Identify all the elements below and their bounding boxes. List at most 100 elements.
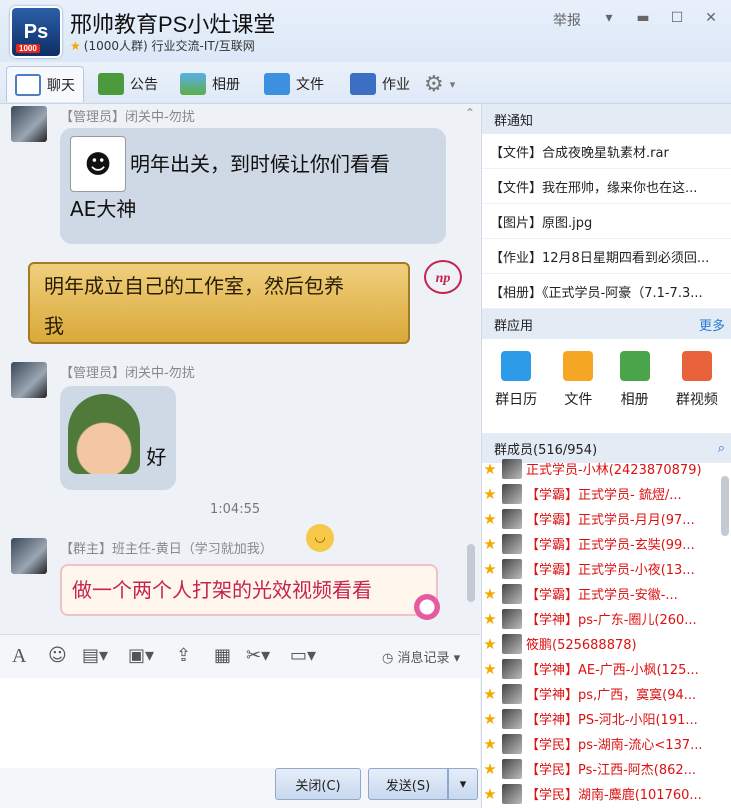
- image-icon[interactable]: ▣▾: [128, 645, 154, 666]
- apps-title: 群应用: [494, 318, 534, 334]
- star-icon: ★: [483, 584, 497, 603]
- message-input[interactable]: [0, 678, 480, 768]
- member-row[interactable]: ★ 【学霸】正式学员-玄奘(99...: [482, 531, 720, 556]
- message-bubble[interactable]: 好: [60, 386, 176, 490]
- search-icon[interactable]: ⌕: [718, 441, 725, 456]
- notice-item[interactable]: 【图片】原图.jpg: [482, 204, 731, 239]
- avatar: [502, 733, 522, 754]
- tab-label: 聊天: [47, 77, 75, 94]
- megaphone-icon: [98, 73, 124, 95]
- tab-announcement[interactable]: 公告: [98, 66, 158, 102]
- minimize-icon[interactable]: ▬: [633, 10, 653, 30]
- send-options-icon[interactable]: ▾: [448, 768, 478, 800]
- member-name: 【学霸】正式学员-玄奘(99...: [526, 538, 695, 553]
- message-bubble[interactable]: ☻ 明年出关，到时候让你们看看 AE大神: [60, 128, 446, 244]
- tab-album[interactable]: 相册: [180, 66, 240, 102]
- member-row[interactable]: ★ 正式学员-小林(2423870879): [482, 456, 720, 481]
- app-files[interactable]: 文件: [563, 351, 594, 409]
- avatar: [502, 483, 522, 504]
- star-icon: ★: [70, 39, 81, 53]
- settings-gear-icon[interactable]: ⚙ ▾: [424, 66, 455, 102]
- np-badge-icon: np: [424, 260, 462, 294]
- notice-item[interactable]: 【作业】12月8日星期四看到必须回...: [482, 239, 731, 274]
- member-row[interactable]: ★ 【学霸】正式学员- 鋶熤/...: [482, 481, 720, 506]
- more-tools-icon[interactable]: ▭▾: [290, 645, 316, 666]
- chat-scrollbar[interactable]: ⌃: [465, 106, 477, 632]
- message-text: 好: [146, 445, 167, 469]
- member-name: 【学霸】正式学员-安徽-...: [526, 588, 678, 603]
- member-row[interactable]: ★ 【学霸】正式学员-安徽-...: [482, 581, 720, 606]
- member-scroll-thumb[interactable]: [721, 476, 729, 536]
- member-row[interactable]: ★ 【学神】PS-河北-小阳(191...: [482, 706, 720, 731]
- member-row[interactable]: ★ 筱鹏(525688878): [482, 631, 720, 656]
- upload-icon[interactable]: ⇪: [176, 645, 191, 666]
- member-row[interactable]: ★ 【学民】ps-湖南-流心<137...: [482, 731, 720, 756]
- app-video[interactable]: 群视频: [676, 351, 718, 409]
- star-icon: ★: [483, 484, 497, 503]
- member-row[interactable]: ★ 【学霸】正式学员-月月(97...: [482, 506, 720, 531]
- font-icon[interactable]: A: [12, 645, 26, 668]
- chat-icon: [15, 73, 41, 96]
- report-button[interactable]: 举报: [549, 10, 585, 30]
- notice-item[interactable]: 【相册】《正式学员-阿豪（7.1-7.3...: [482, 274, 731, 309]
- folder-icon: [563, 351, 594, 381]
- window-controls: 举报 ▾ ▬ ☐ ✕: [549, 10, 721, 30]
- star-icon: ★: [483, 509, 497, 528]
- tab-label: 作业: [382, 77, 410, 93]
- message-bubble[interactable]: 明年成立自己的工作室，然后包养 我: [28, 262, 410, 344]
- chat-area[interactable]: 【管理员】闭关中-勿扰 ☻ 明年出关，到时候让你们看看 AE大神 明年成立自己的工…: [0, 104, 480, 634]
- tab-chat[interactable]: 聊天: [6, 66, 84, 102]
- group-subinfo: ★ (1000人群) 行业交流-IT/互联网: [70, 37, 255, 54]
- member-name: 【学神】ps,广西，寞寞(94...: [526, 688, 697, 703]
- tab-label: 相册: [212, 77, 240, 93]
- member-row[interactable]: ★ 【学民】湖南-麋鹿(101760...: [482, 781, 720, 806]
- member-name: 【学民】湖南-麋鹿(101760...: [526, 788, 702, 803]
- member-row[interactable]: ★ 【学霸】正式学员-小夜(13...: [482, 556, 720, 581]
- maximize-icon[interactable]: ☐: [667, 10, 687, 30]
- smile-emoji-icon: ◡: [306, 524, 334, 552]
- member-row[interactable]: ★ 【学神】AE-广西-小枫(125...: [482, 656, 720, 681]
- scroll-thumb[interactable]: [467, 544, 475, 602]
- avatar[interactable]: [11, 538, 47, 574]
- clown-icon: [414, 594, 440, 620]
- group-name[interactable]: 邢帅教育PS小灶课堂: [70, 7, 275, 39]
- input-toolbar: A ☺ ▤▾ ▣▾ ⇪ ▦ ✂▾ ▭▾ ◷ 消息记录 ▾: [0, 634, 480, 678]
- group-logo[interactable]: Ps 1000: [10, 6, 62, 58]
- message-history-button[interactable]: ◷ 消息记录 ▾: [382, 647, 460, 666]
- avatar: [502, 583, 522, 604]
- avatar: [502, 458, 522, 479]
- app-label: 相册: [620, 392, 649, 408]
- notice-item[interactable]: 【文件】我在邢帅，缘来你也在这...: [482, 169, 731, 204]
- member-name: 【学霸】正式学员- 鋶熤/...: [526, 488, 682, 503]
- avatar[interactable]: [11, 362, 47, 398]
- menu-icon[interactable]: ▾: [599, 10, 619, 30]
- send-button[interactable]: 发送(S): [368, 768, 448, 800]
- star-icon: ★: [483, 734, 497, 753]
- member-row[interactable]: ★ 【学民】Ps-江西-阿杰(862...: [482, 756, 720, 781]
- member-row[interactable]: ★ 【学神】ps-广东-圈儿(260...: [482, 606, 720, 631]
- member-list[interactable]: ★ 正式学员-小林(2423870879) ★ 【学霸】正式学员- 鋶熤/... ★ 【学…: [482, 456, 720, 808]
- app-album[interactable]: 相册: [619, 351, 650, 409]
- picture-icon: [180, 73, 206, 95]
- gift-icon[interactable]: ▦: [214, 645, 231, 666]
- star-icon: ★: [483, 684, 497, 703]
- app-label: 文件: [564, 392, 593, 408]
- tab-label: 公告: [130, 77, 158, 93]
- scroll-up-icon[interactable]: ⌃: [465, 106, 475, 120]
- magic-emoji-icon[interactable]: ▤▾: [82, 645, 108, 666]
- close-icon[interactable]: ✕: [701, 10, 721, 30]
- close-button[interactable]: 关闭(C): [275, 768, 361, 800]
- tab-homework[interactable]: 作业: [350, 66, 410, 102]
- timestamp: 1:04:55: [210, 502, 261, 517]
- tab-files[interactable]: 文件: [264, 66, 324, 102]
- emoji-icon[interactable]: ☺: [48, 645, 67, 666]
- member-row[interactable]: ★ 【学神】ps,广西，寞寞(94...: [482, 681, 720, 706]
- more-link[interactable]: 更多: [699, 315, 725, 334]
- message-bubble[interactable]: 做一个两个人打架的光效视频看看: [60, 564, 438, 616]
- notice-item[interactable]: 【文件】合成夜晚星轨素材.rar: [482, 134, 731, 169]
- member-name: 【学霸】正式学员-月月(97...: [526, 513, 695, 528]
- app-calendar[interactable]: 群日历: [495, 351, 537, 409]
- avatar[interactable]: [11, 106, 47, 142]
- members-title: 群成员(516/954): [494, 442, 598, 458]
- screenshot-scissors-icon[interactable]: ✂▾: [246, 645, 270, 666]
